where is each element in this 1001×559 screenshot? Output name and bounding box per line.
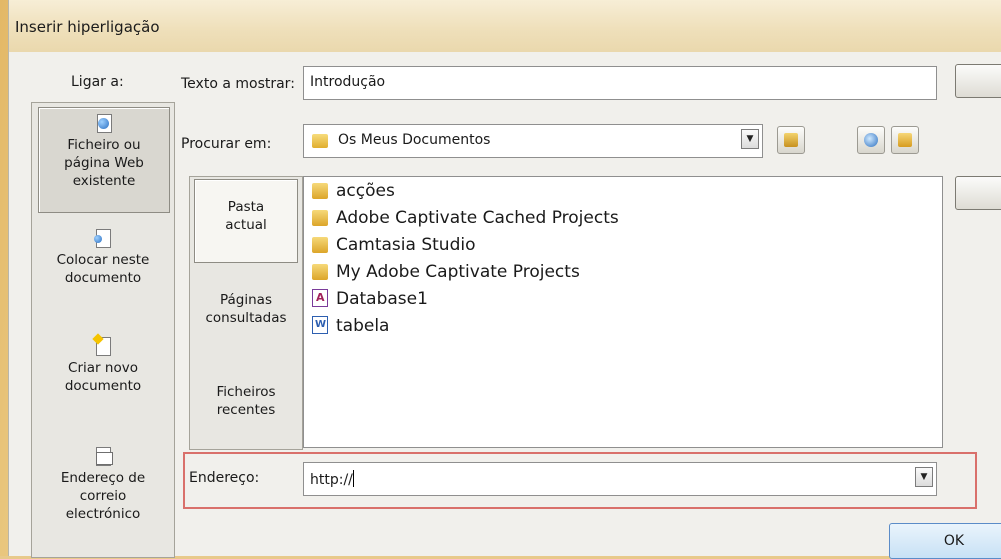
tab-recent-files[interactable]: Ficheiros recentes [194, 377, 298, 437]
tab-label-line: Pasta [227, 199, 265, 215]
folder-icon [312, 210, 328, 226]
tab-label-line: Páginas [220, 292, 272, 308]
text-to-display-input[interactable]: Introdução [303, 66, 937, 100]
nav-label-line: documento [64, 378, 142, 394]
link-to-label: Ligar a: [71, 74, 124, 90]
chevron-down-icon[interactable]: ▼ [915, 467, 933, 487]
nav-existing-file-or-web-page[interactable]: Ficheiro ou página Web existente [38, 107, 170, 213]
access-database-icon [312, 286, 328, 310]
browse-web-icon [864, 133, 878, 147]
web-page-icon [95, 114, 113, 134]
ok-button[interactable]: OK [889, 523, 1001, 559]
list-item[interactable]: My Adobe Captivate Projects [312, 260, 580, 284]
list-item[interactable]: tabela [312, 313, 390, 338]
nav-label-line: correio [79, 488, 127, 504]
browse-file-button[interactable] [891, 126, 919, 154]
list-item[interactable]: Adobe Captivate Cached Projects [312, 206, 619, 230]
folder-up-button[interactable] [777, 126, 805, 154]
file-name: tabela [336, 316, 390, 336]
new-document-icon [92, 333, 112, 357]
look-in-dropdown[interactable]: Os Meus Documentos ▼ [303, 124, 763, 158]
nav-label-line: Colocar neste [56, 252, 150, 268]
nav-label-line: Endereço de [60, 470, 146, 486]
look-in-value: Os Meus Documentos [338, 132, 491, 148]
folder-icon [312, 237, 328, 253]
list-item[interactable]: acções [312, 179, 395, 203]
text-caret [352, 470, 354, 487]
file-list[interactable]: acções Adobe Captivate Cached Projects C… [303, 176, 943, 448]
nav-label-line: Criar novo [68, 360, 138, 376]
insert-hyperlink-dialog: Inserir hiperligação Ligar a: Ficheiro o… [8, 0, 1001, 559]
tab-label-line: actual [225, 217, 267, 233]
file-name: acções [336, 181, 395, 201]
file-name: My Adobe Captivate Projects [336, 262, 580, 282]
tab-label-line: consultadas [205, 310, 287, 326]
list-item[interactable]: Database1 [312, 286, 428, 311]
link-to-panel: Ficheiro ou página Web existente Colocar… [31, 102, 175, 558]
text-to-display-label: Texto a mostrar: [181, 76, 295, 92]
folder-up-icon [784, 133, 798, 147]
nav-label-line: electrónico [65, 506, 141, 522]
file-name: Camtasia Studio [336, 235, 476, 255]
screentip-button[interactable] [955, 64, 1001, 98]
text-to-display-value: Introdução [310, 74, 386, 90]
browse-file-icon [898, 133, 912, 147]
folder-icon [312, 264, 328, 280]
tab-label-line: recentes [216, 402, 276, 418]
dialog-title: Inserir hiperligação [15, 18, 160, 36]
document-place-icon [94, 229, 112, 249]
email-icon [94, 447, 113, 467]
nav-email-address[interactable]: Endereço de correio electrónico [38, 443, 168, 543]
tab-current-folder[interactable]: Pasta actual [194, 179, 298, 263]
browse-location-panel: Pasta actual Páginas consultadas Ficheir… [189, 176, 303, 450]
bookmark-button[interactable] [955, 176, 1001, 210]
tab-label-line: Ficheiros [216, 384, 276, 400]
nav-create-new-document[interactable]: Criar novo documento [38, 331, 168, 411]
nav-label-line: Ficheiro ou [67, 137, 141, 153]
nav-label-line: existente [72, 173, 136, 189]
look-in-label: Procurar em: [181, 136, 272, 152]
nav-place-in-document[interactable]: Colocar neste documento [38, 223, 168, 303]
tab-browsed-pages[interactable]: Páginas consultadas [194, 285, 298, 345]
address-label: Endereço: [189, 470, 260, 486]
chevron-down-icon[interactable]: ▼ [741, 129, 759, 149]
list-item[interactable]: Camtasia Studio [312, 233, 475, 257]
word-document-icon [312, 313, 328, 337]
address-value: http:// [310, 470, 354, 488]
folder-icon [312, 183, 328, 199]
nav-label-line: documento [64, 270, 142, 286]
browse-web-button[interactable] [857, 126, 885, 154]
folder-icon [312, 134, 328, 148]
address-input[interactable]: http:// ▼ [303, 462, 937, 496]
file-name: Adobe Captivate Cached Projects [336, 208, 619, 228]
title-bar[interactable]: Inserir hiperligação [9, 0, 1001, 52]
nav-label-line: página Web [64, 155, 144, 171]
file-name: Database1 [336, 289, 428, 309]
